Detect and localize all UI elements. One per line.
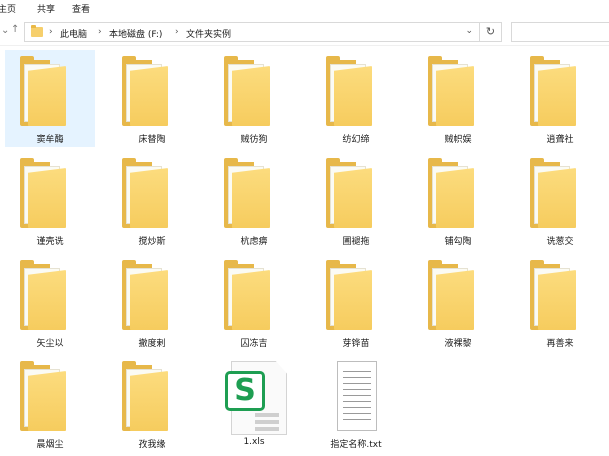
item-label: 贼帜娱 bbox=[444, 135, 472, 145]
folder-item[interactable]: 床替陶 bbox=[107, 50, 197, 147]
folder-item[interactable]: 谨壳诜 bbox=[5, 152, 95, 249]
folder-item[interactable]: 晨烟尘 bbox=[5, 355, 95, 452]
folder-icon bbox=[428, 260, 474, 330]
folder-icon bbox=[122, 260, 168, 330]
search-input[interactable] bbox=[511, 22, 609, 42]
folder-item[interactable]: 孜我缘 bbox=[107, 355, 197, 452]
folder-item[interactable]: 诜葱交 bbox=[515, 152, 605, 249]
folder-item[interactable]: 窦牟酶 bbox=[5, 50, 95, 147]
item-label: 晨烟尘 bbox=[36, 440, 64, 450]
item-label: 窦牟酶 bbox=[36, 135, 64, 145]
ribbon: 主页 共享 查看 bbox=[0, 0, 609, 18]
folder-icon bbox=[20, 361, 66, 431]
folder-item[interactable]: 纺幻缔 bbox=[311, 50, 401, 147]
folder-icon bbox=[428, 158, 474, 228]
folder-icon bbox=[326, 56, 372, 126]
folder-icon bbox=[122, 56, 168, 126]
item-label: 芽铧苗 bbox=[342, 339, 370, 349]
folder-icon bbox=[326, 260, 372, 330]
folder-icon bbox=[224, 56, 270, 126]
folder-item[interactable]: 矢尘以 bbox=[5, 254, 95, 351]
folder-icon bbox=[326, 158, 372, 228]
folder-item[interactable]: 再善来 bbox=[515, 254, 605, 351]
breadcrumb-separator: › bbox=[49, 27, 53, 37]
text-file-icon bbox=[337, 361, 377, 431]
folder-item[interactable]: 囚冻吉 bbox=[209, 254, 299, 351]
breadcrumb-separator: › bbox=[175, 27, 179, 37]
spreadsheet-badge: S bbox=[225, 371, 265, 411]
item-label: 贼彷狗 bbox=[240, 135, 268, 145]
up-icon[interactable]: ↑ bbox=[11, 25, 19, 35]
refresh-icon[interactable]: ↻ bbox=[479, 23, 501, 41]
breadcrumb-drive[interactable]: 本地磁盘 (F:) bbox=[109, 27, 162, 40]
folder-item[interactable]: 液裸黎 bbox=[413, 254, 503, 351]
breadcrumb-this-pc[interactable]: 此电脑 bbox=[60, 27, 87, 40]
folder-icon bbox=[122, 361, 168, 431]
tab-home[interactable]: 主页 bbox=[0, 2, 16, 15]
folder-icon bbox=[530, 56, 576, 126]
folder-item[interactable]: 撤度剌 bbox=[107, 254, 197, 351]
folder-item[interactable]: 杭虑痹 bbox=[209, 152, 299, 249]
folder-icon bbox=[530, 260, 576, 330]
address-bar[interactable]: › 此电脑 › 本地磁盘 (F:) › 文件夹实例 ⌄ ↻ bbox=[24, 22, 502, 42]
folder-item[interactable]: 贼彷狗 bbox=[209, 50, 299, 147]
item-label: 再善来 bbox=[546, 339, 574, 349]
navigation-bar: ⌄ ↑ › 此电脑 › 本地磁盘 (F:) › 文件夹实例 ⌄ ↻ bbox=[0, 18, 609, 46]
item-label: 铺勾陶 bbox=[444, 237, 472, 247]
item-label: 囚冻吉 bbox=[240, 339, 268, 349]
spreadsheet-file-icon: S bbox=[225, 361, 291, 437]
folder-icon bbox=[122, 158, 168, 228]
item-label: 孜我缘 bbox=[138, 440, 166, 450]
item-label: 床替陶 bbox=[138, 135, 166, 145]
folder-item[interactable]: 圃褪拖 bbox=[311, 152, 401, 249]
file-item-txt[interactable]: 指定名称.txt bbox=[311, 355, 401, 452]
folder-icon bbox=[530, 158, 576, 228]
breadcrumb-folder[interactable]: 文件夹实例 bbox=[186, 27, 231, 40]
address-dropdown-icon[interactable]: ⌄ bbox=[465, 26, 473, 36]
folder-icon bbox=[20, 158, 66, 228]
item-label: 逍聋社 bbox=[546, 135, 574, 145]
item-label: 纺幻缔 bbox=[342, 135, 370, 145]
folder-icon bbox=[224, 260, 270, 330]
recent-locations-icon[interactable]: ⌄ bbox=[1, 26, 9, 36]
folder-icon bbox=[428, 56, 474, 126]
item-label: 诜葱交 bbox=[546, 237, 574, 247]
folder-icon bbox=[224, 158, 270, 228]
item-label: 搅炒斯 bbox=[138, 237, 166, 247]
item-label: 谨壳诜 bbox=[36, 237, 64, 247]
folder-icon bbox=[20, 56, 66, 126]
tab-share[interactable]: 共享 bbox=[37, 2, 55, 15]
item-label: 指定名称.txt bbox=[330, 440, 382, 450]
item-label: 杭虑痹 bbox=[240, 237, 268, 247]
breadcrumb-separator: › bbox=[98, 27, 102, 37]
folder-item[interactable]: 逍聋社 bbox=[515, 50, 605, 147]
item-label: 1.xls bbox=[243, 437, 265, 447]
item-label: 圃褪拖 bbox=[342, 237, 370, 247]
folder-icon bbox=[20, 260, 66, 330]
tab-view[interactable]: 查看 bbox=[72, 2, 90, 15]
folder-mini-icon bbox=[31, 25, 43, 37]
item-label: 撤度剌 bbox=[138, 339, 166, 349]
folder-item[interactable]: 搅炒斯 bbox=[107, 152, 197, 249]
item-label: 矢尘以 bbox=[36, 339, 64, 349]
file-item-xls[interactable]: S 1.xls bbox=[209, 355, 299, 452]
item-label: 液裸黎 bbox=[444, 339, 472, 349]
folder-item[interactable]: 铺勾陶 bbox=[413, 152, 503, 249]
folder-item[interactable]: 贼帜娱 bbox=[413, 50, 503, 147]
folder-item[interactable]: 芽铧苗 bbox=[311, 254, 401, 351]
